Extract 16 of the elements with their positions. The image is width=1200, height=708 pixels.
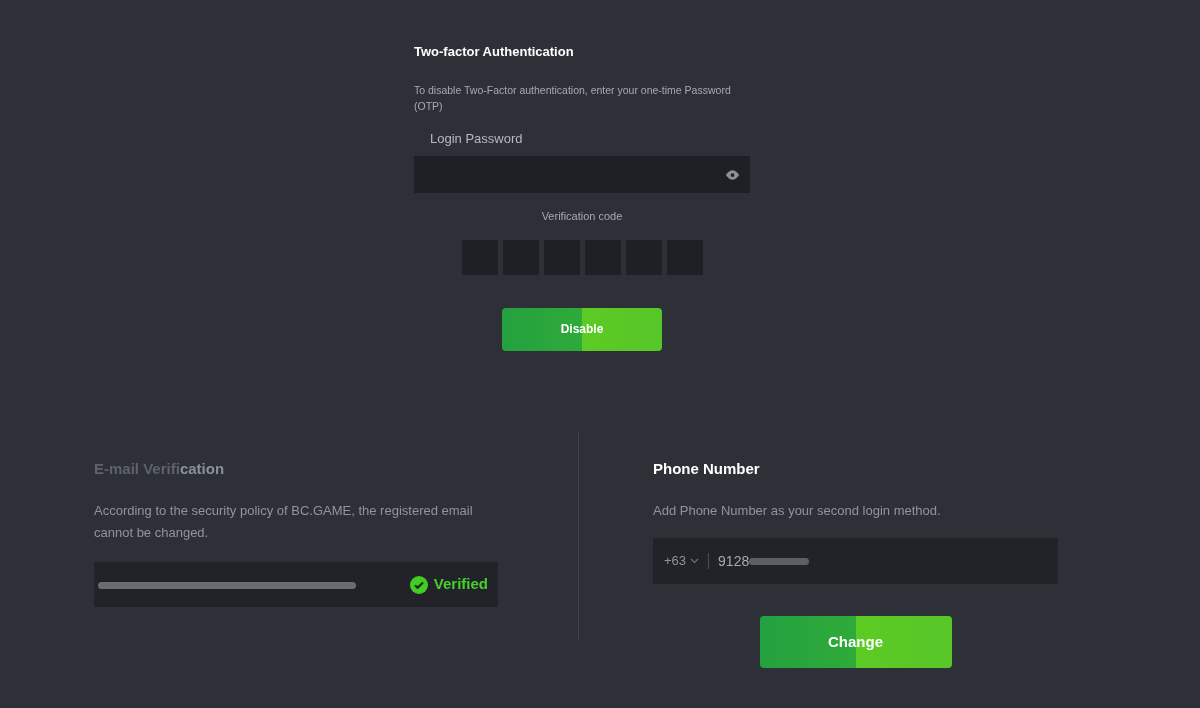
field-label: Verification code <box>541 209 623 224</box>
phone-field[interactable]: +63 9128 <box>653 538 1058 584</box>
redacted-text <box>749 555 812 567</box>
section-title: Two-factor Authentication <box>414 43 575 61</box>
description: Add Phone Number as your second login method. <box>653 502 942 520</box>
verified-status: Verified <box>433 574 488 595</box>
eye-icon[interactable] <box>725 169 740 180</box>
country-code[interactable]: +63 <box>664 551 687 571</box>
password-field[interactable] <box>414 156 750 193</box>
action-button[interactable]: Change <box>759 616 952 668</box>
field-label: Login Password <box>430 129 523 148</box>
chevron-down-icon[interactable] <box>690 558 700 564</box>
phone-number: 9128 <box>718 551 750 571</box>
section-title: Phone Number <box>653 458 761 479</box>
description: According to the security policy of BC.GAME, the registered email cannot be changed. <box>94 502 474 542</box>
description: To disable Two-Factor authentication, enter your one-time Password (OTP) <box>414 82 732 114</box>
